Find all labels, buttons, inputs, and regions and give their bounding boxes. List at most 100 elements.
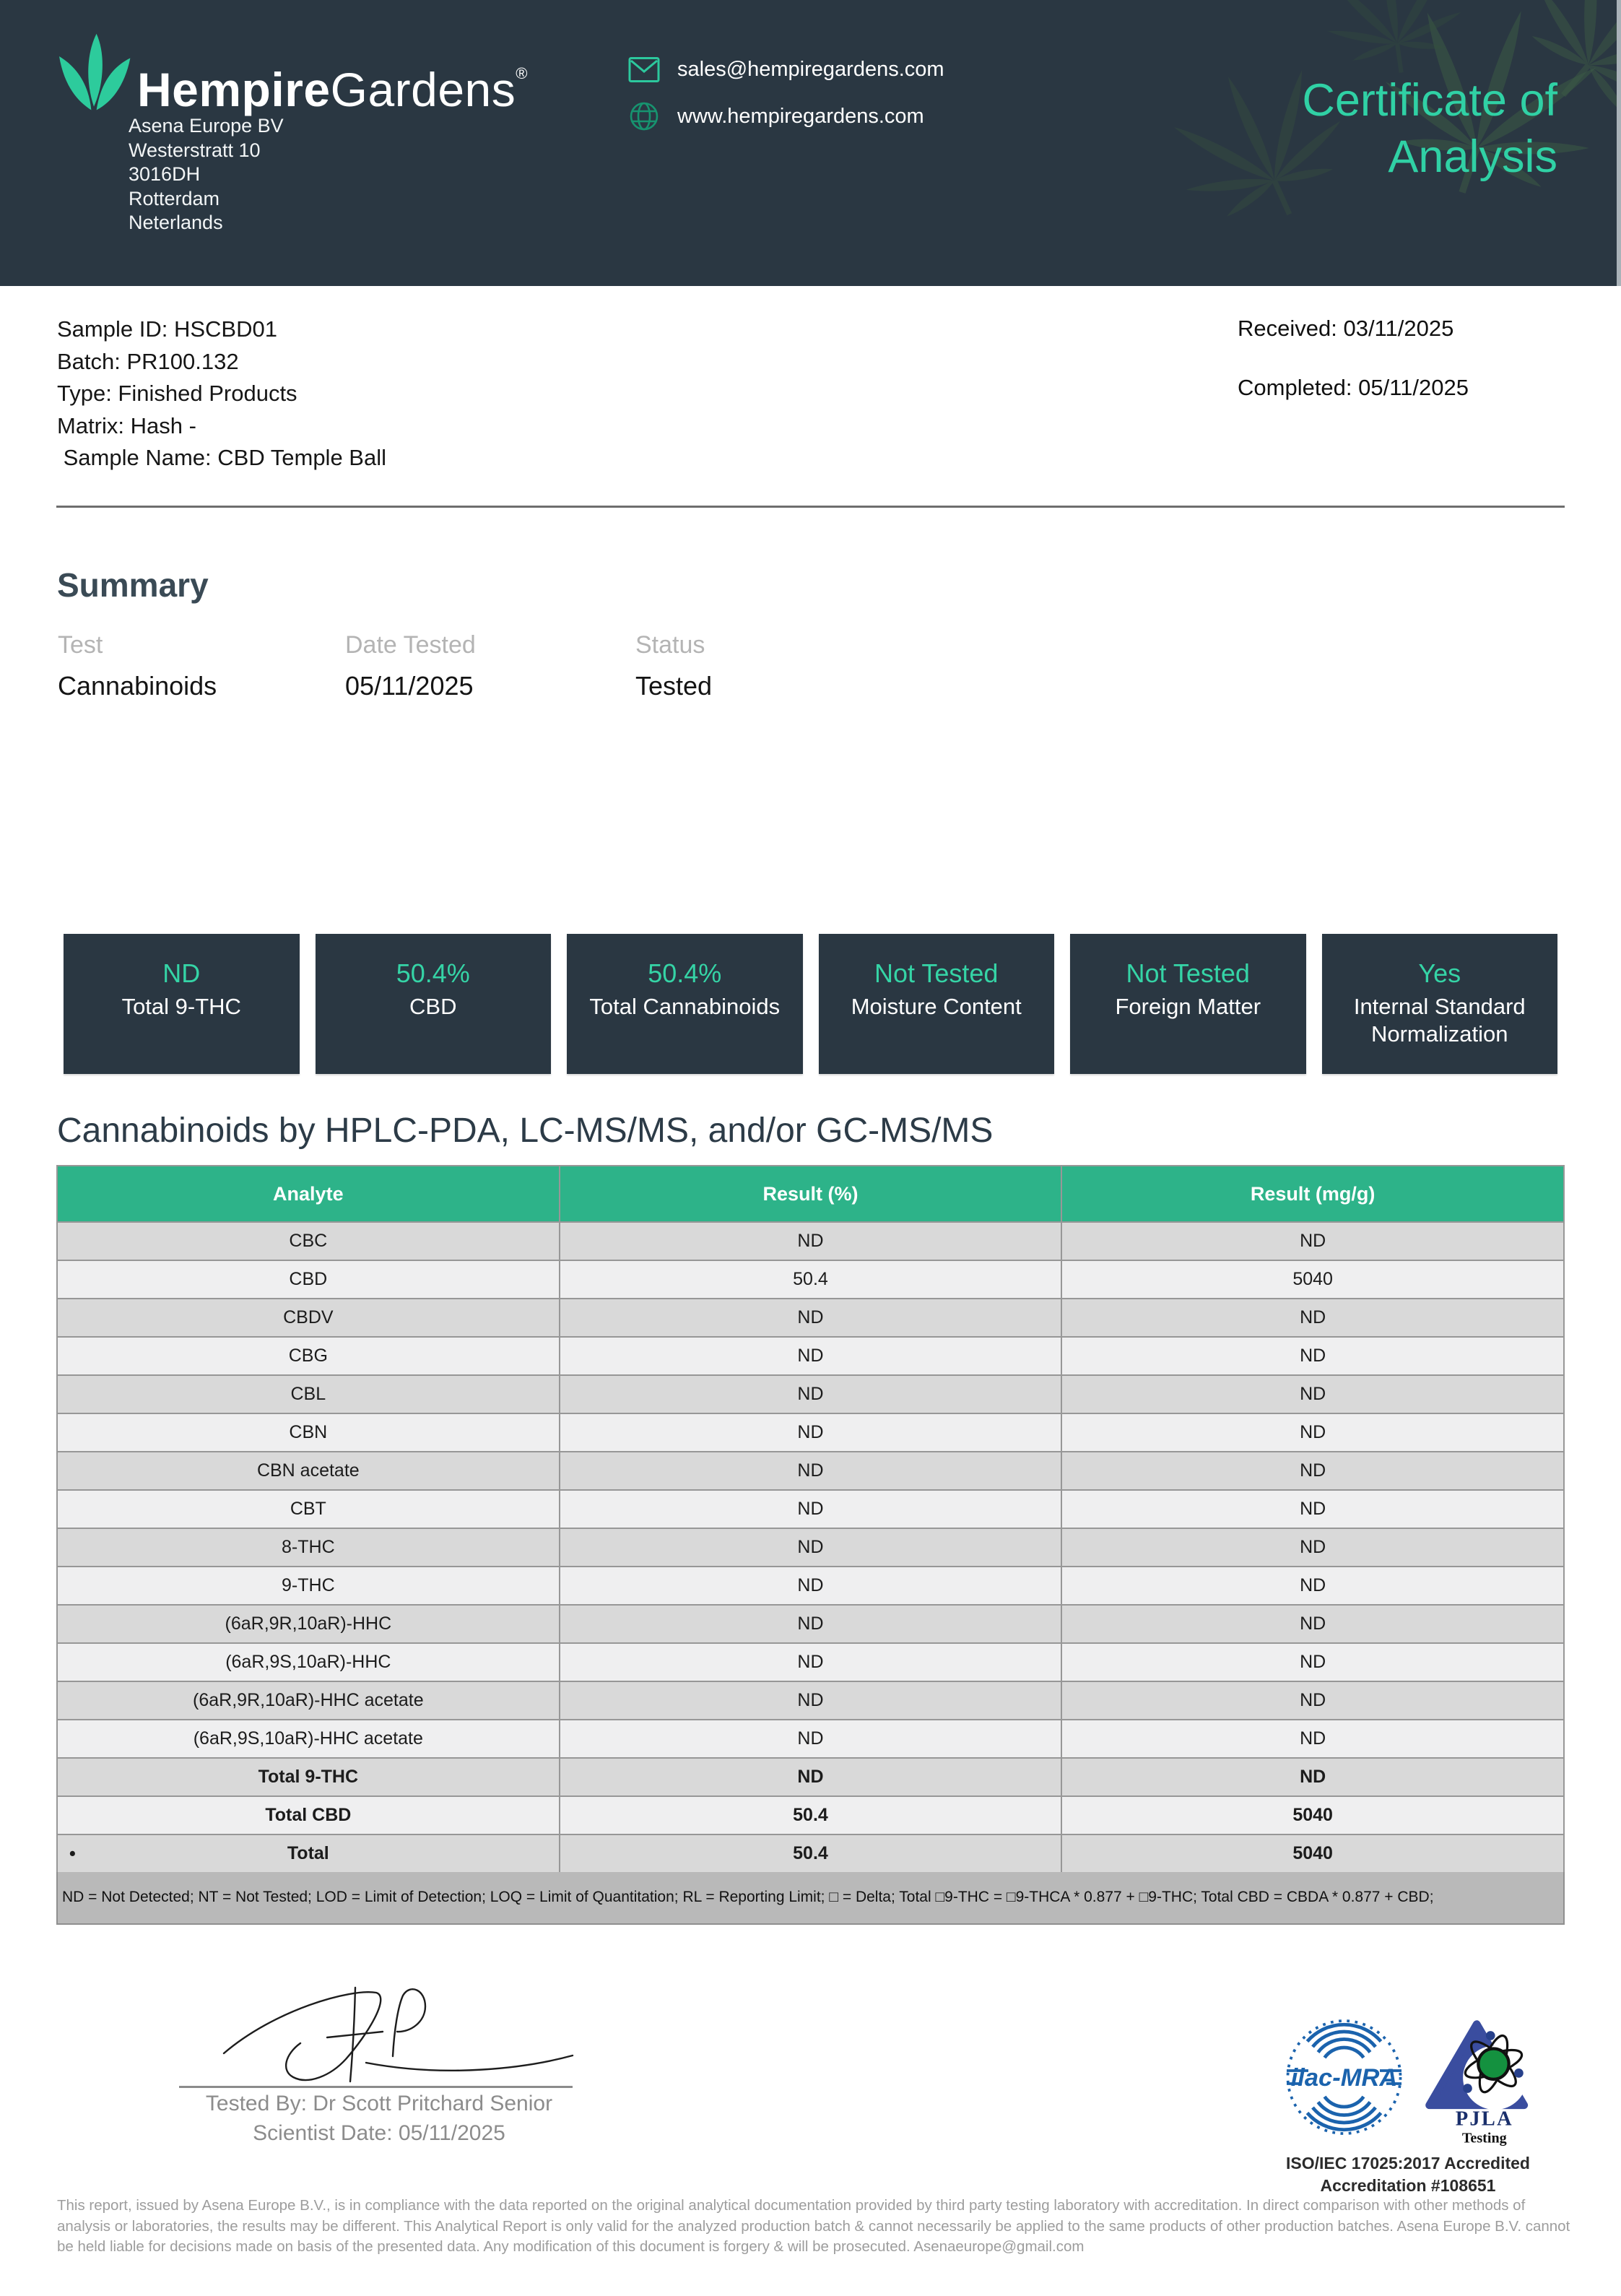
analyte-name: CBDV (283, 1307, 333, 1327)
table-header-cell: Result (%) (560, 1166, 1062, 1222)
result-mgg-cell: ND (1061, 1720, 1564, 1758)
analyte-name: (6aR,9S,10aR)-HHC (225, 1652, 391, 1672)
table-row: (6aR,9R,10aR)-HHC acetateNDND (57, 1681, 1564, 1720)
signature-line (179, 2086, 573, 2088)
analyte-name: CBN acetate (257, 1460, 360, 1481)
completed-date: Completed: 05/11/2025 (1238, 375, 1469, 401)
result-box: 50.4%Total Cannabinoids (567, 934, 803, 1074)
sample-info-line: Sample ID: HSCBD01 (57, 313, 386, 346)
analyte-name: 9-THC (282, 1575, 335, 1595)
result-pct-cell: ND (560, 1299, 1062, 1337)
result-pct-cell: ND (560, 1375, 1062, 1413)
address-line: Neterlands (129, 211, 284, 235)
sample-info: Sample ID: HSCBD01Batch: PR100.132Type: … (57, 313, 386, 475)
dates-block: Received: 03/11/2025 Completed: 05/11/20… (1238, 316, 1469, 434)
table-row: CBCNDND (57, 1222, 1564, 1260)
cannabinoids-section-title: Cannabinoids by HPLC-PDA, LC-MS/MS, and/… (57, 1111, 993, 1151)
result-box-label: Total Cannabinoids (567, 993, 803, 1021)
table-header-cell: Result (mg/g) (1061, 1166, 1564, 1222)
result-pct-cell: 50.4 (560, 1796, 1062, 1834)
brand-leaf-logo (51, 30, 137, 121)
signature (213, 1968, 581, 2094)
analyte-name: Total 9-THC (258, 1767, 358, 1787)
contact-website-row: www.hempiregardens.com (628, 100, 944, 132)
result-mgg-cell: ND (1061, 1222, 1564, 1260)
summary-value: 05/11/2025 (345, 671, 476, 701)
contact-email-row: sales@hempiregardens.com (628, 56, 944, 83)
result-pct-cell: ND (560, 1567, 1062, 1605)
result-mgg-cell: ND (1061, 1452, 1564, 1490)
pjla-text: PJLA (1455, 2107, 1513, 2130)
result-mgg-cell: ND (1061, 1337, 1564, 1375)
address-line: Asena Europe BV (129, 114, 284, 139)
tested-by-line2: Scientist Date: 05/11/2025 (162, 2118, 596, 2148)
result-pct-cell: 50.4 (560, 1260, 1062, 1299)
analyte-name: Total CBD (265, 1805, 351, 1825)
summary-value: Tested (635, 671, 712, 701)
result-pct-cell: ND (560, 1643, 1062, 1681)
result-mgg-cell: ND (1061, 1375, 1564, 1413)
table-row: CBL NDND (57, 1375, 1564, 1413)
analyte-cell: •Total (57, 1834, 560, 1873)
analyte-name: CBL (291, 1384, 326, 1404)
ilac-mra-logo: ilac-MRA (1285, 2016, 1404, 2138)
analyte-cell: (6aR,9R,10aR)-HHC acetate (57, 1681, 560, 1720)
analyte-cell: CBD (57, 1260, 560, 1299)
result-pct-cell: ND (560, 1528, 1062, 1567)
analyte-cell: CBN acetate (57, 1452, 560, 1490)
tested-by-line1: Tested By: Dr Scott Pritchard Senior (162, 2089, 596, 2118)
analyte-name: (6aR,9S,10aR)-HHC acetate (194, 1728, 423, 1749)
result-box-value: 50.4% (316, 958, 552, 989)
brand-name-bold: Hempire (137, 63, 331, 116)
table-row: (6aR,9S,10aR)-HHC acetateNDND (57, 1720, 1564, 1758)
section-divider (56, 506, 1565, 508)
email-icon (628, 56, 660, 83)
result-box: YesInternal Standard Normalization (1322, 934, 1558, 1074)
result-box-value: Not Tested (1070, 958, 1306, 989)
table-row: CBN acetateNDND (57, 1452, 1564, 1490)
result-pct-cell: ND (560, 1413, 1062, 1452)
summary-column: Date Tested05/11/2025 (345, 631, 476, 701)
website-text: www.hempiregardens.com (677, 105, 924, 129)
tested-by: Tested By: Dr Scott Pritchard Senior Sci… (162, 2089, 596, 2148)
result-pct-cell: ND (560, 1758, 1062, 1796)
analyte-cell: CBDV (57, 1299, 560, 1337)
total-bullet: • (69, 1843, 76, 1864)
result-box-value: Not Tested (819, 958, 1055, 989)
header: HempireGardens® Asena Europe BVWesterstr… (0, 0, 1621, 286)
result-mgg-cell: ND (1061, 1758, 1564, 1796)
cannabinoids-table: AnalyteResult (%)Result (mg/g) CBCNDNDCB… (56, 1165, 1565, 1873)
analyte-name: CBN (289, 1422, 327, 1442)
result-box: NDTotal 9-THC (64, 934, 300, 1074)
email-text: sales@hempiregardens.com (677, 58, 944, 82)
accreditation-text: ISO/IEC 17025:2017 Accredited Accreditat… (1256, 2152, 1560, 2197)
result-box-label: Total 9-THC (64, 993, 300, 1021)
analyte-cell: CBT (57, 1490, 560, 1528)
result-mgg-cell: ND (1061, 1643, 1564, 1681)
result-mgg-cell: ND (1061, 1681, 1564, 1720)
table-row: CBNNDND (57, 1413, 1564, 1452)
certificate-page: HempireGardens® Asena Europe BVWesterstr… (0, 0, 1621, 2296)
result-mgg-cell: ND (1061, 1299, 1564, 1337)
table-row: Total CBD50.45040 (57, 1796, 1564, 1834)
summary-table: TestCannabinoidsDate Tested05/11/2025Sta… (0, 631, 1621, 725)
sample-info-line: Matrix: Hash - (57, 410, 386, 443)
accreditation-line1: ISO/IEC 17025:2017 Accredited (1256, 2152, 1560, 2175)
result-mgg-cell: ND (1061, 1567, 1564, 1605)
analyte-name: CBG (289, 1346, 328, 1366)
table-row: CBGNDND (57, 1337, 1564, 1375)
result-mgg-cell: ND (1061, 1528, 1564, 1567)
disclaimer-text: This report, issued by Asena Europe B.V.… (57, 2196, 1573, 2258)
brand: HempireGardens® (51, 30, 528, 133)
table-row: 9-THC NDND (57, 1567, 1564, 1605)
table-row: (6aR,9S,10aR)-HHC NDND (57, 1643, 1564, 1681)
result-box: 50.4%CBD (316, 934, 552, 1074)
result-pct-cell: 50.4 (560, 1834, 1062, 1873)
analyte-cell: Total CBD (57, 1796, 560, 1834)
summary-column: TestCannabinoids (58, 631, 217, 701)
analyte-cell: CBC (57, 1222, 560, 1260)
result-box: Not Tested Foreign Matter (1070, 934, 1306, 1074)
result-box-label: Foreign Matter (1070, 993, 1306, 1021)
table-row: CBDV NDND (57, 1299, 1564, 1337)
contact-block: sales@hempiregardens.com www.hempiregard… (628, 56, 944, 150)
